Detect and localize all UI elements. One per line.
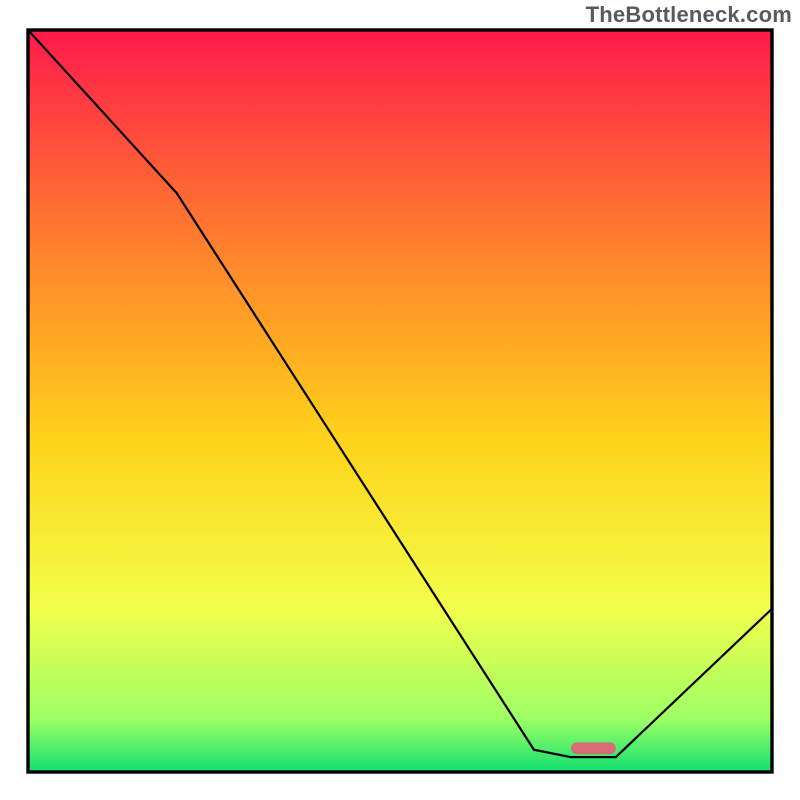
bottleneck-chart xyxy=(0,0,800,800)
watermark-label: TheBottleneck.com xyxy=(586,2,792,28)
chart-container: TheBottleneck.com xyxy=(0,0,800,800)
optimal-range-marker xyxy=(571,742,616,754)
plot-background xyxy=(28,30,772,772)
